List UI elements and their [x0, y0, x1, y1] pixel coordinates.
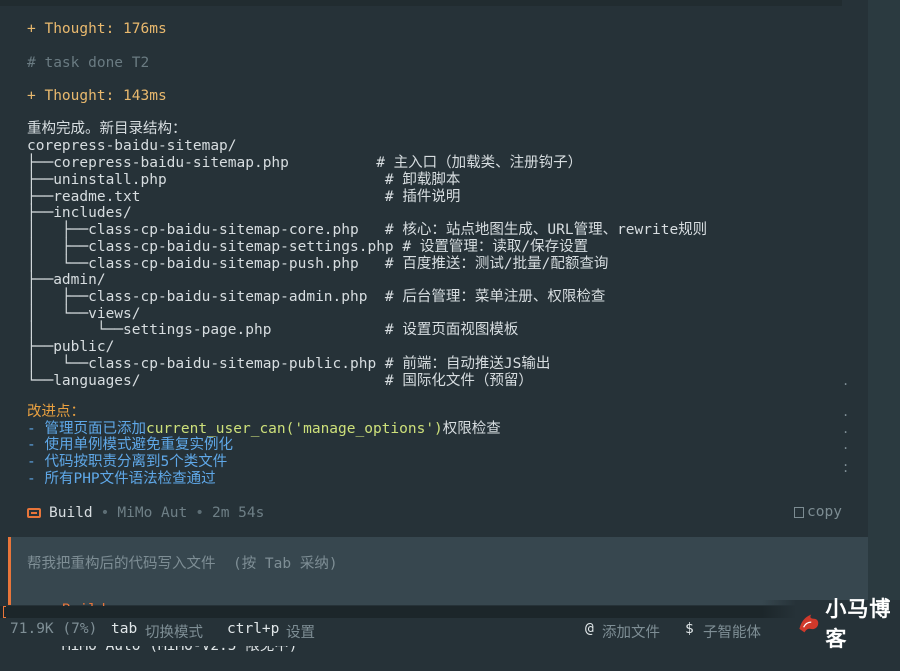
build-status-row: Build • MiMo Aut • 2m 54s	[27, 503, 264, 523]
model-name: MiMo Aut	[117, 505, 188, 521]
scroll-marker: .	[842, 422, 850, 436]
tree-line: ├──admin/	[27, 272, 106, 288]
shortcut-label-settings: 设置	[286, 625, 315, 641]
tree-line: │ └──settings-page.php # 设置页面视图模板	[27, 322, 519, 338]
build-label: Build	[49, 505, 93, 521]
shortcut-key-tab: tab	[111, 621, 138, 637]
tree-line: corepress-baidu-sitemap/	[27, 138, 237, 154]
shortcut-key-at: @	[585, 621, 594, 637]
shortcut-key-ctrl-p: ctrl+p	[227, 621, 280, 637]
tree-line: 重构完成。新目录结构：	[27, 121, 187, 137]
tree-line: │ └──class-cp-baidu-sitemap-public.php #…	[27, 356, 551, 372]
scroll-marker: .	[842, 461, 850, 475]
shortcut-key-dollar: $	[685, 621, 694, 637]
tree-line: ├──includes/	[27, 205, 132, 221]
task-comment: # task done T2	[27, 55, 150, 71]
improvement-text: 权限检查	[442, 421, 501, 437]
watermark: 小马博客	[762, 597, 900, 651]
tree-line: │ ├──class-cp-baidu-sitemap-core.php # 核…	[27, 222, 708, 238]
build-duration: 2m 54s	[211, 505, 265, 521]
tree-line: ├──readme.txt # 插件说明	[27, 189, 461, 205]
prompt-input[interactable]: 帮我把重构后的代码写入文件 (按 Tab 采纳)	[27, 552, 338, 573]
shortcut-label-switch-mode: 切换模式	[145, 625, 203, 641]
separator-dot: •	[100, 505, 110, 521]
tree-line: └──languages/ # 国际化文件（预留）	[27, 373, 533, 389]
tree-line: │ └──views/	[27, 306, 141, 322]
transcript: + Thought: 176ms # task done T2 + Though…	[0, 0, 868, 530]
scroll-marker: .	[842, 405, 850, 419]
scrollbar-bracket	[3, 606, 6, 618]
improvement-item: - 管理页面已添加current_user_can('manage_option…	[27, 421, 501, 438]
scroll-marker: .	[842, 438, 850, 452]
tree-line: │ └──class-cp-baidu-sitemap-push.php # 百…	[27, 256, 609, 272]
scrollbar-track[interactable]	[868, 0, 900, 606]
copy-label: copy	[807, 504, 842, 520]
tree-line: │ ├──class-cp-baidu-sitemap-admin.php # …	[27, 289, 606, 305]
improvement-item: - 使用单例模式避免重复实例化	[27, 437, 233, 453]
improvements-heading: 改进点：	[27, 404, 85, 420]
tree-line: ├──public/	[27, 339, 115, 355]
inline-code: current_user_can('manage_options')	[145, 421, 443, 437]
improvement-item: - 所有PHP文件语法检查通过	[27, 471, 216, 487]
shortcut-label-subagent: 子智能体	[703, 625, 761, 641]
tree-line: ├──uninstall.php # 卸载脚本	[27, 172, 461, 188]
separator-dot: •	[195, 505, 204, 521]
build-icon	[27, 508, 41, 518]
token-usage: 71.9K (7%)	[10, 621, 98, 637]
improvement-item: - 代码按职责分离到5个类文件	[27, 454, 228, 470]
watermark-text: 小马博客	[825, 597, 892, 651]
horse-logo-icon	[799, 614, 819, 633]
shortcut-label-add-file: 添加文件	[602, 625, 660, 641]
thought-line[interactable]: + Thought: 143ms	[27, 88, 167, 105]
thought-line[interactable]: + Thought: 176ms	[27, 21, 167, 38]
improvement-text: - 管理页面已添加	[27, 421, 146, 437]
tree-line: ├──corepress-baidu-sitemap.php # 主入口（加载类…	[27, 155, 583, 171]
scroll-marker: .	[842, 374, 850, 388]
copy-button[interactable]: copy	[794, 504, 842, 520]
copy-icon	[794, 506, 804, 518]
prompt-input-panel[interactable]: 帮我把重构后的代码写入文件 (按 Tab 采纳) Build • MiMo Au…	[8, 537, 868, 654]
top-strip	[0, 0, 842, 6]
tree-line: │ ├──class-cp-baidu-sitemap-settings.php…	[27, 239, 589, 255]
